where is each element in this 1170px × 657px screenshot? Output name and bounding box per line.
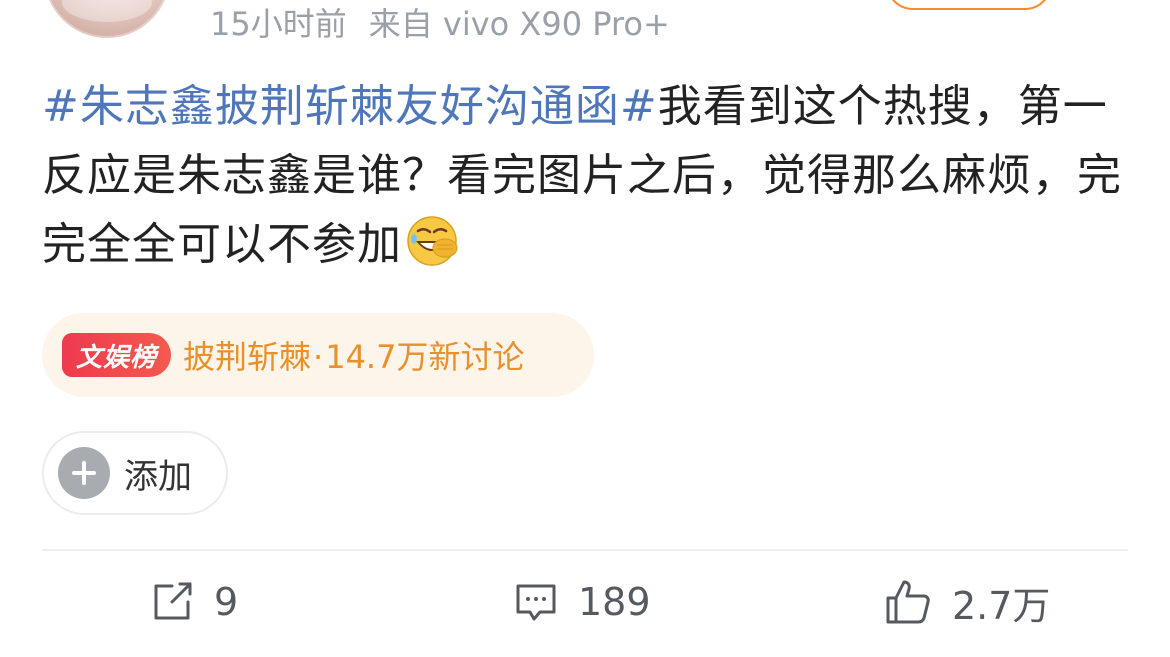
- comment-count: 189: [578, 580, 651, 624]
- add-button-label: 添加: [124, 456, 192, 497]
- topic-name: 披荆斩棘: [183, 338, 312, 376]
- divider: [42, 549, 1128, 551]
- topic-separator: ·: [313, 338, 324, 376]
- post-source: 来自 vivo X90 Pro+: [368, 5, 670, 43]
- follow-button[interactable]: [886, 0, 1052, 10]
- post-time: 15小时前: [210, 5, 347, 43]
- comment-icon: [514, 580, 558, 624]
- laugh-cry-emoji-icon: [406, 215, 458, 267]
- topic-badge: 文娱榜: [62, 333, 172, 377]
- add-button[interactable]: 添加: [42, 431, 228, 515]
- thumbs-up-icon: [884, 578, 932, 626]
- avatar[interactable]: [44, 0, 170, 38]
- weibo-post: 15小时前 来自 vivo X90 Pro+ #朱志鑫披荆斩棘友好沟通函#我看到…: [0, 0, 1170, 657]
- like-count: 2.7万: [952, 583, 1051, 628]
- comment-button[interactable]: 189: [514, 572, 651, 632]
- repost-icon: [150, 580, 194, 624]
- topic-discussion: 14.7万新讨论: [325, 338, 525, 376]
- plus-icon: [58, 447, 110, 499]
- repost-count: 9: [214, 580, 239, 624]
- repost-button[interactable]: 9: [150, 572, 238, 632]
- like-button[interactable]: 2.7万: [884, 572, 1050, 632]
- trending-topic-pill[interactable]: 文娱榜 披荆斩棘·14.7万新讨论: [42, 313, 594, 397]
- post-meta: 15小时前 来自 vivo X90 Pro+: [210, 0, 670, 44]
- topic-label: 披荆斩棘·14.7万新讨论: [183, 332, 524, 378]
- hashtag-link[interactable]: #朱志鑫披荆斩棘友好沟通函#: [42, 81, 658, 132]
- post-text: #朱志鑫披荆斩棘友好沟通函#我看到这个热搜，第一反应是朱志鑫是谁？看完图片之后，…: [42, 72, 1132, 279]
